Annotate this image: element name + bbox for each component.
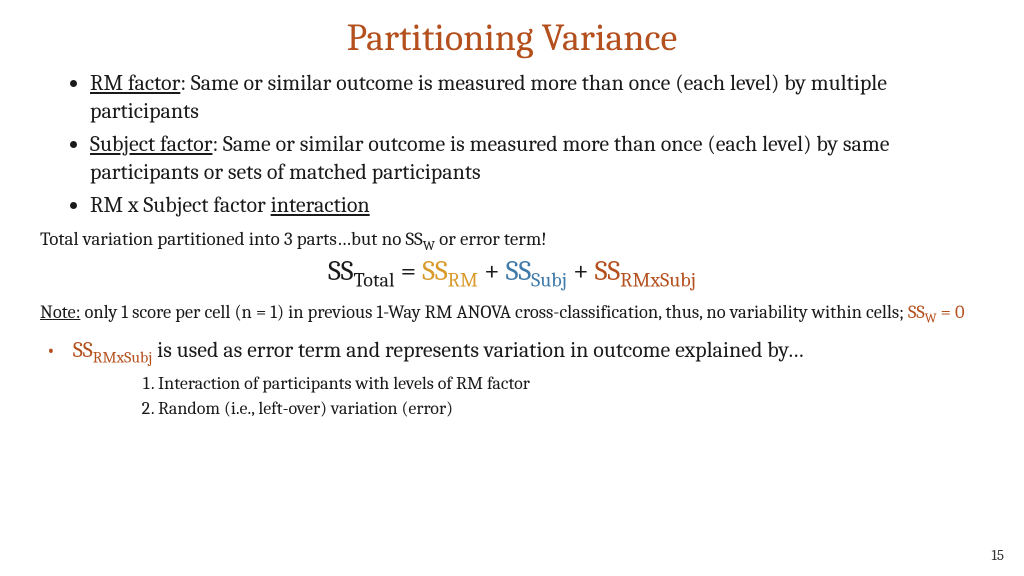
explain-ordered-list: Interaction of participants with levels … [68, 372, 984, 421]
ss-text: SS [328, 255, 353, 287]
plus2: + [567, 255, 595, 287]
bullet-interaction: RM x Subject factor interaction [90, 192, 984, 220]
rm-factor-label: RM factor [90, 70, 180, 96]
ss-error-text: SS [73, 337, 93, 363]
ss-subj-sub: Subj [531, 270, 567, 293]
ss-subj-text: SS [506, 255, 531, 287]
ss-equation: SSTotal = SSRM + SSSubj + SSRMxSubj [40, 255, 984, 293]
note-rest: only 1 score per cell (n = 1) in previou… [80, 301, 908, 323]
bullet-rm-factor: RM factor: Same or similar outcome is me… [90, 70, 984, 125]
ss-subj: SSSubj [506, 255, 567, 287]
secondary-bullet-list: SSRMxSubj is used as error term and repr… [40, 336, 984, 421]
ss-int-sub: RMxSubj [620, 270, 696, 293]
ss-error-sub: RMxSubj [93, 349, 152, 367]
note-line: Note: only 1 score per cell (n = 1) in p… [40, 301, 984, 328]
partition-pre: Total variation partitioned into 3 parts… [40, 228, 423, 250]
slide: Partitioning Variance RM factor: Same or… [0, 0, 1024, 576]
plus1: + [478, 255, 506, 287]
ss-total: SSTotal [328, 255, 394, 287]
ssw-sub: W [925, 312, 937, 327]
main-bullet-list: RM factor: Same or similar outcome is me… [40, 70, 984, 220]
bullet-subject-factor: Subject factor: Same or similar outcome … [90, 131, 984, 186]
rm-factor-text: : Same or similar outcome is measured mo… [90, 70, 887, 124]
ss-error-rest: is used as error term and represents var… [152, 337, 803, 363]
ssw-eq: = 0 [937, 301, 965, 323]
interaction-label: interaction [271, 192, 370, 218]
ss-rmxsubj: SSRMxSubj [595, 255, 696, 287]
partition-post: or error term! [435, 228, 547, 250]
partition-sentence: Total variation partitioned into 3 parts… [40, 228, 984, 254]
ss-rm: SSRM [422, 255, 478, 287]
explain-item-2: Random (i.e., left-over) variation (erro… [158, 397, 984, 421]
ss-rm-sub: RM [448, 270, 478, 293]
ss-total-sub: Total [353, 270, 394, 293]
subject-factor-label: Subject factor [90, 131, 212, 157]
ss-rm-text: SS [422, 255, 447, 287]
explain-item-1: Interaction of participants with levels … [158, 372, 984, 396]
note-label: Note: [40, 301, 80, 323]
page-number: 15 [991, 546, 1004, 564]
partition-sub: W [423, 238, 435, 253]
equals: = [394, 255, 422, 287]
bullet-ss-error: SSRMxSubj is used as error term and repr… [68, 336, 984, 421]
slide-title: Partitioning Variance [40, 16, 984, 60]
ssw-text: SS [908, 301, 925, 323]
ssw: SSW = 0 [908, 301, 965, 323]
interaction-pre: RM x Subject factor [90, 192, 271, 218]
ss-int-text: SS [595, 255, 620, 287]
ss-error-term: SSRMxSubj [73, 337, 152, 363]
